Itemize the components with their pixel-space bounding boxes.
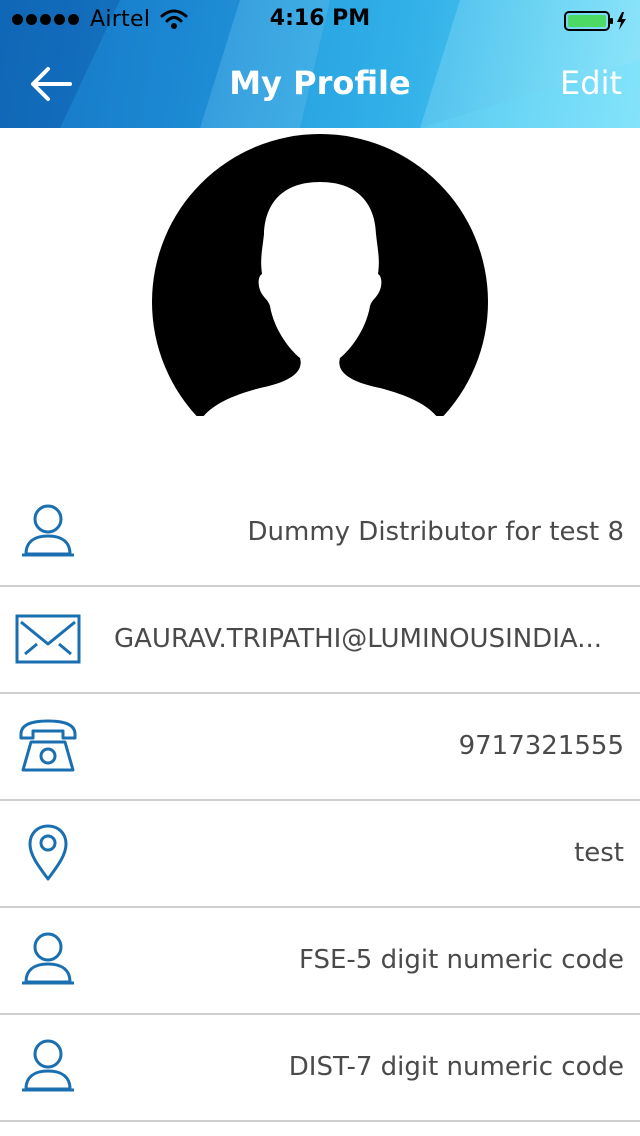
person-icon xyxy=(22,504,74,557)
battery-icon xyxy=(564,11,626,31)
status-time: 4:16 PM xyxy=(269,6,371,31)
status-bar: Airtel 4:16 PM xyxy=(0,0,640,40)
list-item-location: test xyxy=(0,801,640,908)
profile-details-list: Dummy Distributor for test 8 GAURAV.TRIP… xyxy=(0,480,640,1122)
envelope-icon xyxy=(15,614,81,664)
list-item-email: GAURAV.TRIPATHI@LUMINOUSINDIA... xyxy=(0,587,640,694)
list-item-dist-code: DIST-7 digit numeric code xyxy=(0,1015,640,1122)
profile-phone-value: 9717321555 xyxy=(458,731,624,761)
profile-email-value: GAURAV.TRIPATHI@LUMINOUSINDIA... xyxy=(114,624,602,654)
profile-name-value: Dummy Distributor for test 8 xyxy=(247,517,625,547)
list-item-name: Dummy Distributor for test 8 xyxy=(0,480,640,587)
phone-icon xyxy=(19,719,77,772)
person-icon xyxy=(22,932,74,985)
profile-location-value: test xyxy=(574,838,624,868)
page-title: My Profile xyxy=(229,64,411,102)
list-item-phone: 9717321555 xyxy=(0,694,640,801)
person-icon xyxy=(22,1039,74,1092)
list-item-fse-code: FSE-5 digit numeric code xyxy=(0,908,640,1015)
profile-dist-code-value: DIST-7 digit numeric code xyxy=(288,1052,624,1082)
edit-button[interactable]: Edit xyxy=(560,64,622,102)
profile-fse-code-value: FSE-5 digit numeric code xyxy=(299,945,624,975)
navigation-bar: My Profile Edit xyxy=(0,40,640,128)
location-pin-icon xyxy=(28,824,68,881)
user-silhouette-icon[interactable] xyxy=(150,134,490,424)
app-header: Airtel 4:16 PM My Profile Edit xyxy=(0,0,640,128)
